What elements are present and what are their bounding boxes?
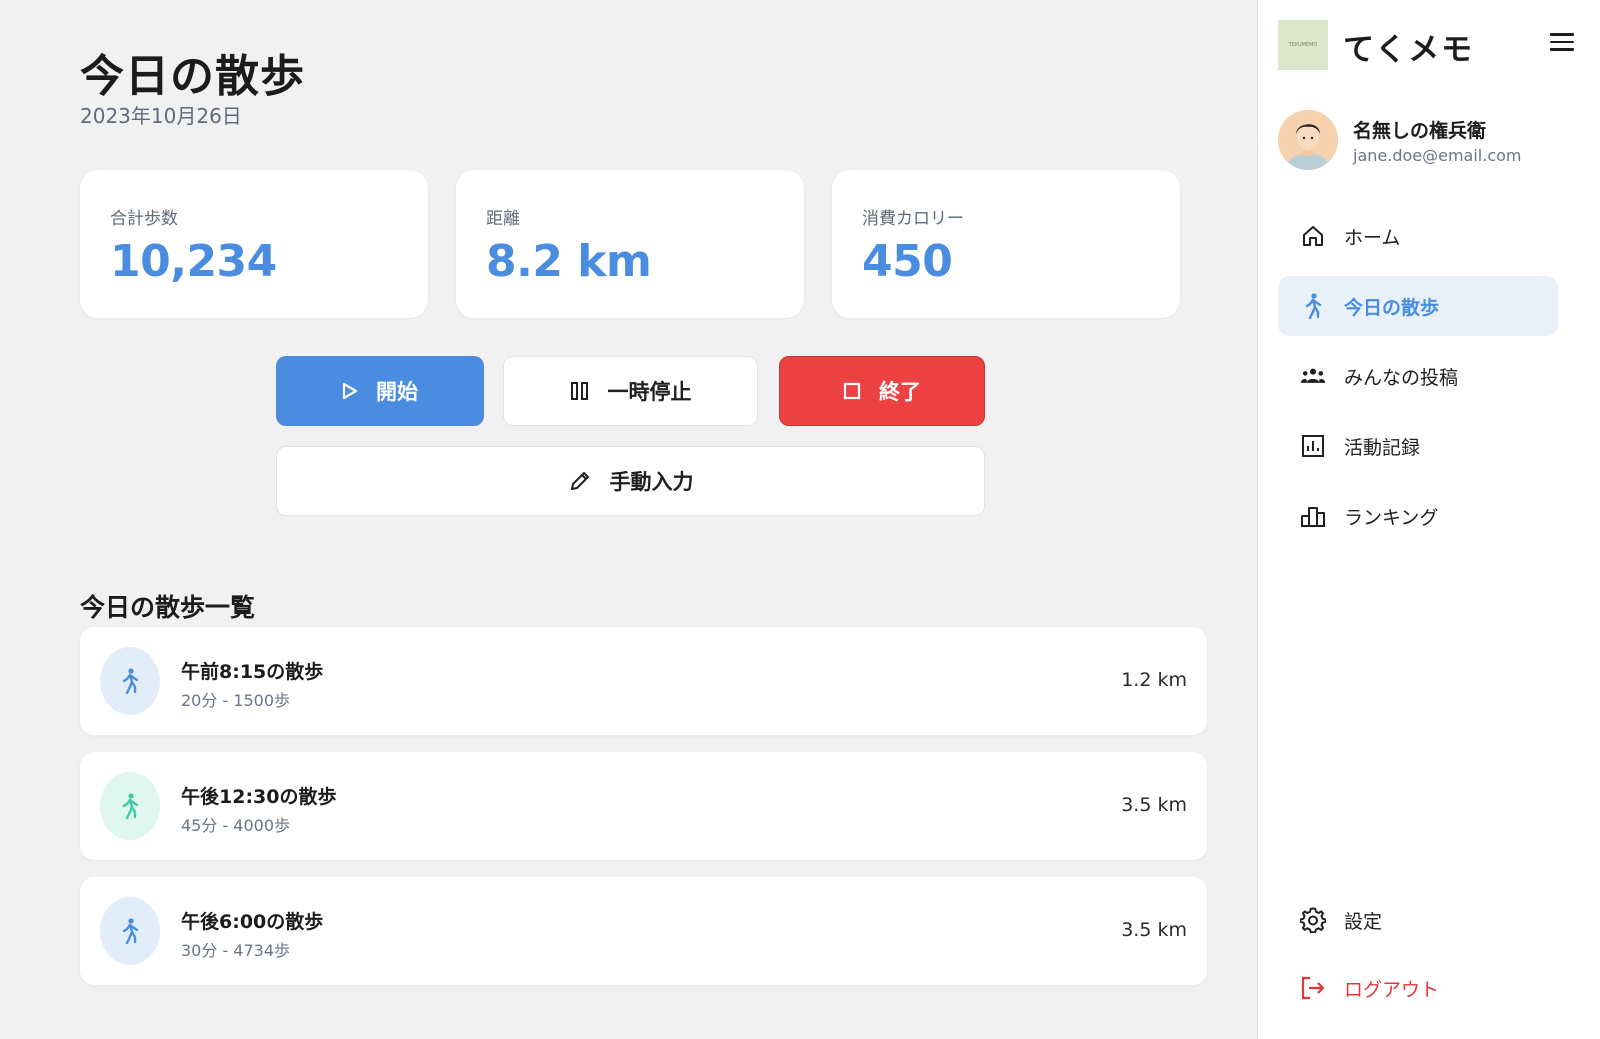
logout-button[interactable]: ログアウト: [1278, 958, 1558, 1018]
pause-icon: [570, 382, 588, 400]
walk-avatar: [100, 897, 160, 965]
walk-title: 午後12:30の散歩: [181, 786, 337, 808]
stat-card-steps: 合計歩数 10,234: [80, 170, 428, 318]
sidebar-item-today-walk[interactable]: 今日の散歩: [1278, 276, 1558, 336]
walk-avatar: [100, 772, 160, 840]
walk-distance: 1.2 km: [1121, 669, 1187, 691]
sidebar-item-label: ホーム: [1344, 226, 1401, 249]
sidebar-item-home[interactable]: ホーム: [1278, 206, 1558, 266]
walk-title: 午後6:00の散歩: [181, 911, 324, 933]
manual-input-label: 手動入力: [609, 470, 694, 494]
stop-icon: [843, 382, 861, 400]
sidebar-item-label: 設定: [1344, 910, 1383, 933]
stat-value: 10,234: [110, 236, 277, 287]
sidebar-item-ranking[interactable]: ランキング: [1278, 486, 1558, 546]
chart-icon: [1300, 433, 1326, 459]
stat-value: 8.2 km: [486, 236, 652, 287]
manual-input-button[interactable]: 手動入力: [276, 446, 985, 516]
walk-icon: [1300, 293, 1326, 320]
stat-card-calories: 消費カロリー 450: [832, 170, 1180, 318]
walk-detail: 30分 - 4734歩: [181, 941, 291, 960]
walk-detail: 20分 - 1500歩: [181, 691, 291, 710]
app-logo: TEKUMEMO: [1278, 20, 1328, 70]
page-title: 今日の散歩: [80, 51, 305, 102]
group-icon: [1300, 363, 1326, 389]
logout-icon: [1300, 975, 1326, 1001]
stat-label: 消費カロリー: [862, 209, 964, 229]
avatar: [1278, 110, 1338, 170]
sidebar-item-settings[interactable]: 設定: [1278, 890, 1558, 950]
gear-icon: [1300, 907, 1326, 933]
sidebar: TEKUMEMO てくメモ 名無しの権兵衛 jane.doe@email.com…: [1257, 0, 1600, 1039]
app-title: てくメモ: [1343, 32, 1475, 68]
walk-list-item[interactable]: 午後12:30の散歩 45分 - 4000歩 3.5 km: [80, 752, 1207, 860]
pause-button-label: 一時停止: [607, 380, 692, 404]
user-email: jane.doe@email.com: [1353, 146, 1522, 165]
user-name: 名無しの権兵衛: [1353, 120, 1487, 142]
sidebar-item-label: ランキング: [1344, 506, 1439, 529]
stat-value: 450: [862, 236, 953, 287]
pause-button[interactable]: 一時停止: [503, 356, 758, 426]
sidebar-item-activity[interactable]: 活動記録: [1278, 416, 1558, 476]
stat-label: 合計歩数: [110, 209, 178, 229]
walk-list-item[interactable]: 午後6:00の散歩 30分 - 4734歩 3.5 km: [80, 877, 1207, 985]
sidebar-item-label: みんなの投稿: [1344, 366, 1459, 389]
end-button[interactable]: 終了: [779, 356, 985, 426]
walk-distance: 3.5 km: [1121, 794, 1187, 816]
pencil-icon: [570, 472, 589, 490]
hamburger-menu-icon[interactable]: [1550, 33, 1574, 53]
walk-icon: [122, 918, 139, 945]
stat-label: 距離: [486, 209, 520, 229]
start-button[interactable]: 開始: [276, 356, 484, 426]
sidebar-item-posts[interactable]: みんなの投稿: [1278, 346, 1558, 406]
stat-card-distance: 距離 8.2 km: [456, 170, 804, 318]
walk-icon: [122, 793, 139, 820]
sidebar-item-label: 活動記録: [1344, 436, 1421, 459]
sidebar-item-label: 今日の散歩: [1344, 296, 1440, 319]
main-content: 今日の散歩 2023年10月26日 合計歩数 10,234 距離 8.2 km …: [0, 0, 1257, 1039]
walk-distance: 3.5 km: [1121, 919, 1187, 941]
walk-icon: [122, 668, 139, 695]
logo-text: TEKUMEMO: [1288, 42, 1318, 48]
walk-title: 午前8:15の散歩: [181, 661, 324, 683]
start-button-label: 開始: [376, 380, 418, 404]
walk-list-item[interactable]: 午前8:15の散歩 20分 - 1500歩 1.2 km: [80, 627, 1207, 735]
logout-label: ログアウト: [1344, 978, 1440, 1001]
play-icon: [342, 382, 358, 400]
end-button-label: 終了: [879, 380, 921, 404]
walk-detail: 45分 - 4000歩: [181, 816, 291, 835]
walk-list-title: 今日の散歩一覧: [80, 593, 256, 622]
home-icon: [1300, 223, 1326, 249]
walk-avatar: [100, 647, 160, 715]
page-date: 2023年10月26日: [80, 104, 242, 128]
ranking-icon: [1300, 503, 1326, 529]
